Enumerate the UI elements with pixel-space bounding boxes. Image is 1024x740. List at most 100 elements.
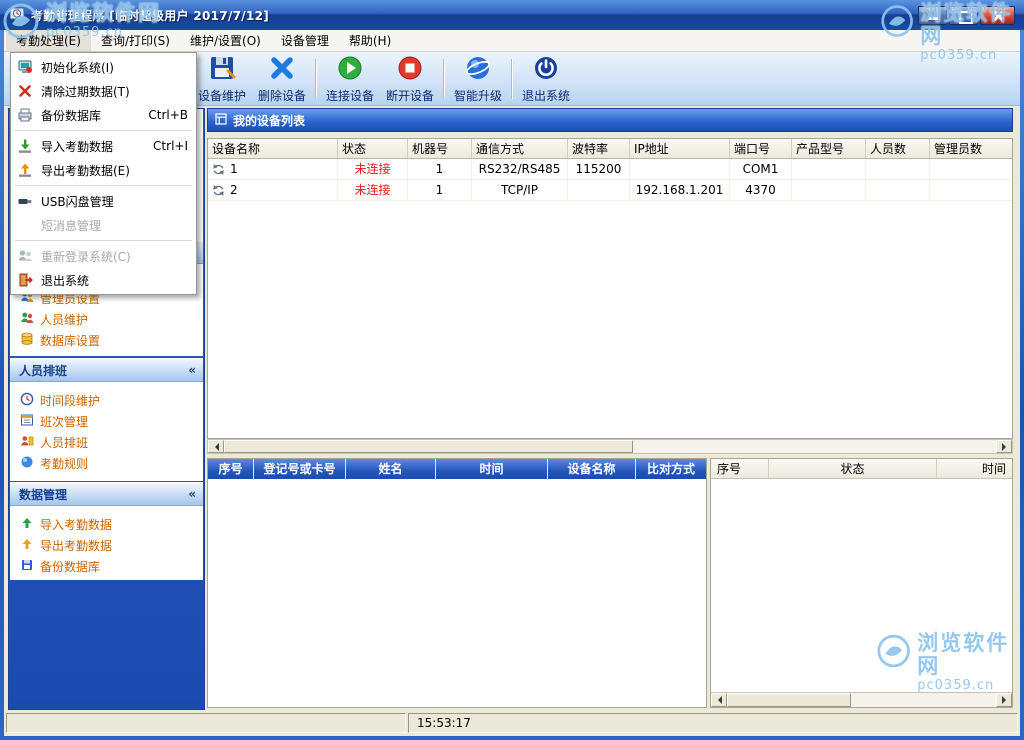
sidebar-item-shift-management[interactable]: 班次管理 (10, 411, 203, 432)
scrollbar-track[interactable] (224, 440, 996, 453)
column-header[interactable]: 序号 (208, 459, 254, 479)
menu-item-clear-expired-data[interactable]: 清除过期数据(T) (11, 79, 196, 103)
column-header[interactable]: 波特率 (568, 139, 630, 158)
scroll-right-arrow[interactable] (996, 693, 1012, 707)
menu-item-label: 导出考勤数据(E) (41, 162, 130, 179)
section-title: 人员排班 (19, 362, 67, 379)
menu-item-export-attendance-data[interactable]: 导出考勤数据(E) (11, 158, 196, 182)
sidebar-item-label: 导入考勤数据 (40, 516, 112, 533)
column-header[interactable]: 设备名称 (548, 459, 636, 479)
menu-item-label: 重新登录系统(C) (41, 248, 131, 265)
sidebar-item-time-period[interactable]: 时间段维护 (10, 390, 203, 411)
relogin-icon (17, 248, 33, 264)
toolbar-device-maintenance-button[interactable]: 设备维护 (192, 54, 252, 104)
sidebar-section-data-management[interactable]: 数据管理 « (10, 482, 203, 506)
column-header[interactable]: IP地址 (630, 139, 730, 158)
menu-item-label: 导入考勤数据 (41, 138, 113, 155)
menu-device-management[interactable]: 设备管理 (271, 30, 339, 51)
minimize-button[interactable] (918, 6, 947, 25)
sidebar-item-import-data[interactable]: 导入考勤数据 (10, 514, 203, 535)
sidebar-item-personnel-maintenance[interactable]: 人员维护 (10, 309, 203, 330)
device-row[interactable]: 2 未连接 1 TCP/IP 192.168.1.201 4370 (208, 180, 1012, 201)
scroll-left-arrow[interactable] (208, 440, 224, 453)
sidebar-item-label: 导出考勤数据 (40, 537, 112, 554)
device-machine-no-cell: 1 (408, 180, 472, 200)
scroll-left-arrow[interactable] (711, 693, 727, 707)
menu-help[interactable]: 帮助(H) (339, 30, 401, 51)
device-maintenance-icon (208, 54, 236, 85)
menu-item-initialize-system[interactable]: 初始化系统(I) (11, 55, 196, 79)
statusbar: 15:53:17 (4, 710, 1020, 736)
status-table-hscrollbar[interactable] (711, 692, 1012, 707)
column-header[interactable]: 时间 (436, 459, 548, 479)
column-header[interactable]: 管理员数 (930, 139, 1013, 158)
device-ip-cell: 192.168.1.201 (630, 180, 730, 200)
menu-item-label: 备份数据库 (41, 107, 101, 124)
scrollbar-thumb[interactable] (224, 440, 633, 453)
device-row[interactable]: 1 未连接 1 RS232/RS485 115200 COM1 (208, 159, 1012, 180)
sidebar-item-attendance-rules[interactable]: 考勤规则 (10, 453, 203, 474)
close-button[interactable] (980, 6, 1015, 25)
menu-item-import-attendance-data[interactable]: 导入考勤数据 Ctrl+I (11, 134, 196, 158)
menu-item-exit-system[interactable]: 退出系统 (11, 268, 196, 292)
menu-shortcut: Ctrl+I (143, 139, 188, 153)
column-header[interactable]: 比对方式 (636, 459, 706, 479)
delete-device-icon (268, 54, 296, 85)
sidebar-item-export-data[interactable]: 导出考勤数据 (10, 535, 203, 556)
column-header[interactable]: 登记号或卡号 (254, 459, 346, 479)
device-status-cell: 未连接 (338, 180, 408, 200)
menu-shortcut: Ctrl+B (138, 108, 188, 122)
device-model-cell (792, 180, 866, 200)
time-period-icon (20, 392, 34, 409)
menu-item-relogin-system[interactable]: 重新登录系统(C) (11, 244, 196, 268)
personnel-schedule-icon (20, 434, 34, 451)
record-table: 序号 登记号或卡号 姓名 时间 设备名称 比对方式 (207, 458, 707, 708)
column-header[interactable]: 姓名 (346, 459, 436, 479)
device-baud-cell (568, 180, 630, 200)
toolbar-label: 智能升级 (454, 87, 502, 104)
device-table-hscrollbar[interactable] (207, 439, 1013, 454)
sidebar-section-personnel-scheduling[interactable]: 人员排班 « (10, 358, 203, 382)
device-table: 设备名称 状态 机器号 通信方式 波特率 IP地址 端口号 产品型号 人员数 管… (207, 138, 1013, 439)
no-icon (17, 217, 33, 233)
column-header[interactable]: 序号 (711, 459, 769, 478)
column-header[interactable]: 机器号 (408, 139, 472, 158)
scrollbar-thumb[interactable] (727, 693, 851, 707)
disconnect-device-icon (396, 54, 424, 85)
menu-attendance-processing[interactable]: 考勤处理(E) (6, 30, 91, 51)
menu-separator (15, 240, 192, 241)
menu-item-usb-disk-management[interactable]: USB闪盘管理 (11, 189, 196, 213)
maximize-button[interactable] (949, 6, 978, 25)
sidebar-item-label: 人员排班 (40, 434, 88, 451)
column-header[interactable]: 产品型号 (792, 139, 866, 158)
device-link-icon (212, 163, 225, 176)
menu-maintenance-settings[interactable]: 维护/设置(O) (180, 30, 271, 51)
scrollbar-track[interactable] (727, 693, 996, 707)
toolbar-smart-upgrade-button[interactable]: 智能升级 (448, 54, 508, 104)
column-header[interactable]: 状态 (769, 459, 937, 478)
toolbar-delete-device-button[interactable]: 删除设备 (252, 54, 312, 104)
device-admins-cell (930, 159, 1013, 179)
column-header[interactable]: 状态 (338, 139, 408, 158)
clock-text: 15:53:17 (417, 716, 471, 730)
menu-query-print[interactable]: 查询/打印(S) (91, 30, 180, 51)
menu-item-label: 短消息管理 (41, 217, 101, 234)
menu-item-sms-management[interactable]: 短消息管理 (11, 213, 196, 237)
column-header[interactable]: 设备名称 (208, 139, 338, 158)
toolbar-separator (315, 59, 317, 99)
toolbar-exit-system-button[interactable]: 退出系统 (516, 54, 576, 104)
sidebar-item-database-settings[interactable]: 数据库设置 (10, 330, 203, 351)
column-header[interactable]: 人员数 (866, 139, 930, 158)
column-header[interactable]: 端口号 (730, 139, 792, 158)
sidebar-item-personnel-schedule[interactable]: 人员排班 (10, 432, 203, 453)
toolbar-connect-device-button[interactable]: 连接设备 (320, 54, 380, 104)
column-header[interactable]: 通信方式 (472, 139, 568, 158)
toolbar-disconnect-device-button[interactable]: 断开设备 (380, 54, 440, 104)
menu-item-backup-database[interactable]: 备份数据库 Ctrl+B (11, 103, 196, 127)
column-header[interactable]: 时间 (937, 459, 1012, 478)
menu-item-label: 初始化系统(I) (41, 59, 114, 76)
statusbar-panel-time: 15:53:17 (408, 713, 1018, 733)
export-icon (20, 537, 34, 554)
sidebar-item-backup-database[interactable]: 备份数据库 (10, 556, 203, 577)
scroll-right-arrow[interactable] (996, 440, 1012, 453)
